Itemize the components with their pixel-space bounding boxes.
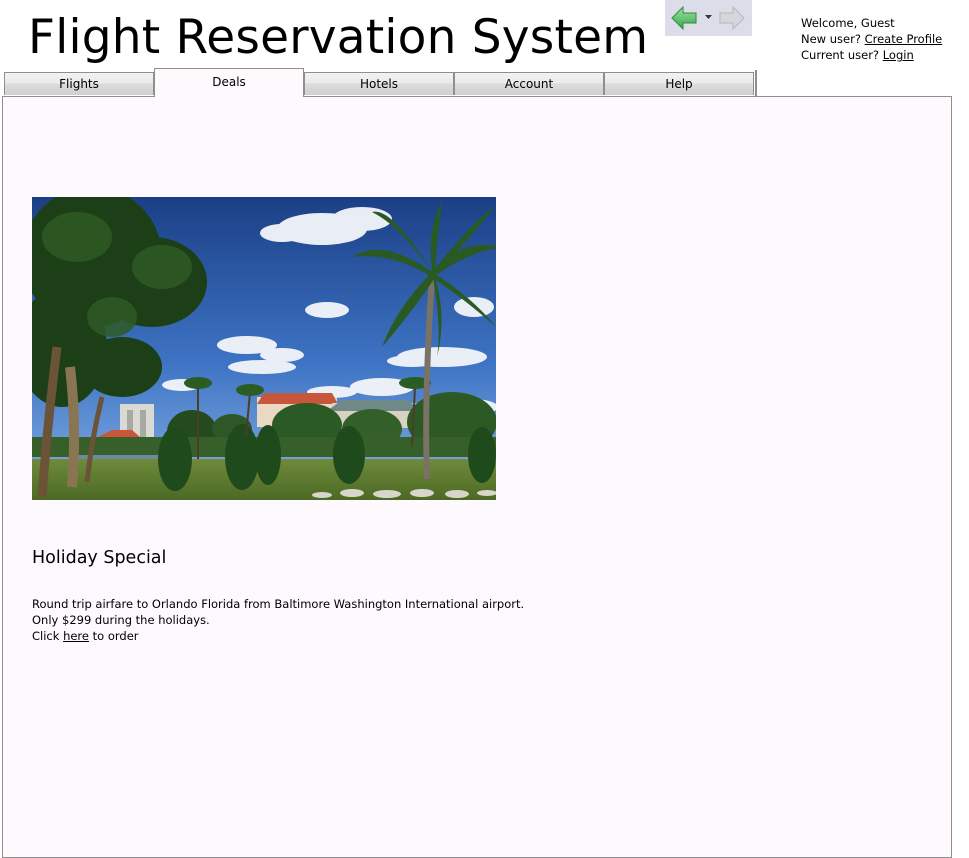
deal-photo: [32, 197, 496, 500]
back-arrow-icon[interactable]: [671, 6, 697, 30]
tab-hotels[interactable]: Hotels: [304, 72, 454, 95]
tab-bar-edge: [755, 70, 757, 96]
app-title: Flight Reservation System: [28, 10, 649, 65]
new-user-label: New user?: [801, 32, 861, 46]
order-prefix: Click: [32, 629, 60, 643]
tab-account[interactable]: Account: [454, 72, 604, 95]
tab-bar: Flights Deals Hotels Account Help: [4, 68, 758, 97]
create-profile-link[interactable]: Create Profile: [865, 32, 943, 46]
order-here-link[interactable]: here: [63, 629, 89, 643]
new-user-row: New user? Create Profile: [801, 31, 942, 47]
deal-title: Holiday Special: [32, 548, 167, 568]
forward-arrow-icon[interactable]: [719, 6, 745, 30]
current-user-label: Current user?: [801, 48, 880, 62]
login-link[interactable]: Login: [883, 48, 914, 62]
deal-description: Round trip airfare to Orlando Florida fr…: [32, 596, 524, 644]
navigation-bar: [665, 0, 752, 36]
deal-order-line: Click here to order: [32, 628, 524, 644]
deal-line-2: Only $299 during the holidays.: [32, 613, 210, 627]
user-panel: Welcome, Guest New user? Create Profile …: [801, 15, 942, 63]
tab-deals[interactable]: Deals: [154, 68, 304, 97]
order-suffix: to order: [92, 629, 139, 643]
deal-line-1: Round trip airfare to Orlando Florida fr…: [32, 597, 525, 611]
tab-flights[interactable]: Flights: [4, 72, 154, 95]
welcome-text: Welcome, Guest: [801, 16, 895, 30]
current-user-row: Current user? Login: [801, 47, 942, 63]
tab-help[interactable]: Help: [604, 72, 754, 95]
dropdown-arrow-icon[interactable]: [704, 14, 713, 20]
deals-panel: Holiday Special Round trip airfare to Or…: [2, 96, 952, 858]
